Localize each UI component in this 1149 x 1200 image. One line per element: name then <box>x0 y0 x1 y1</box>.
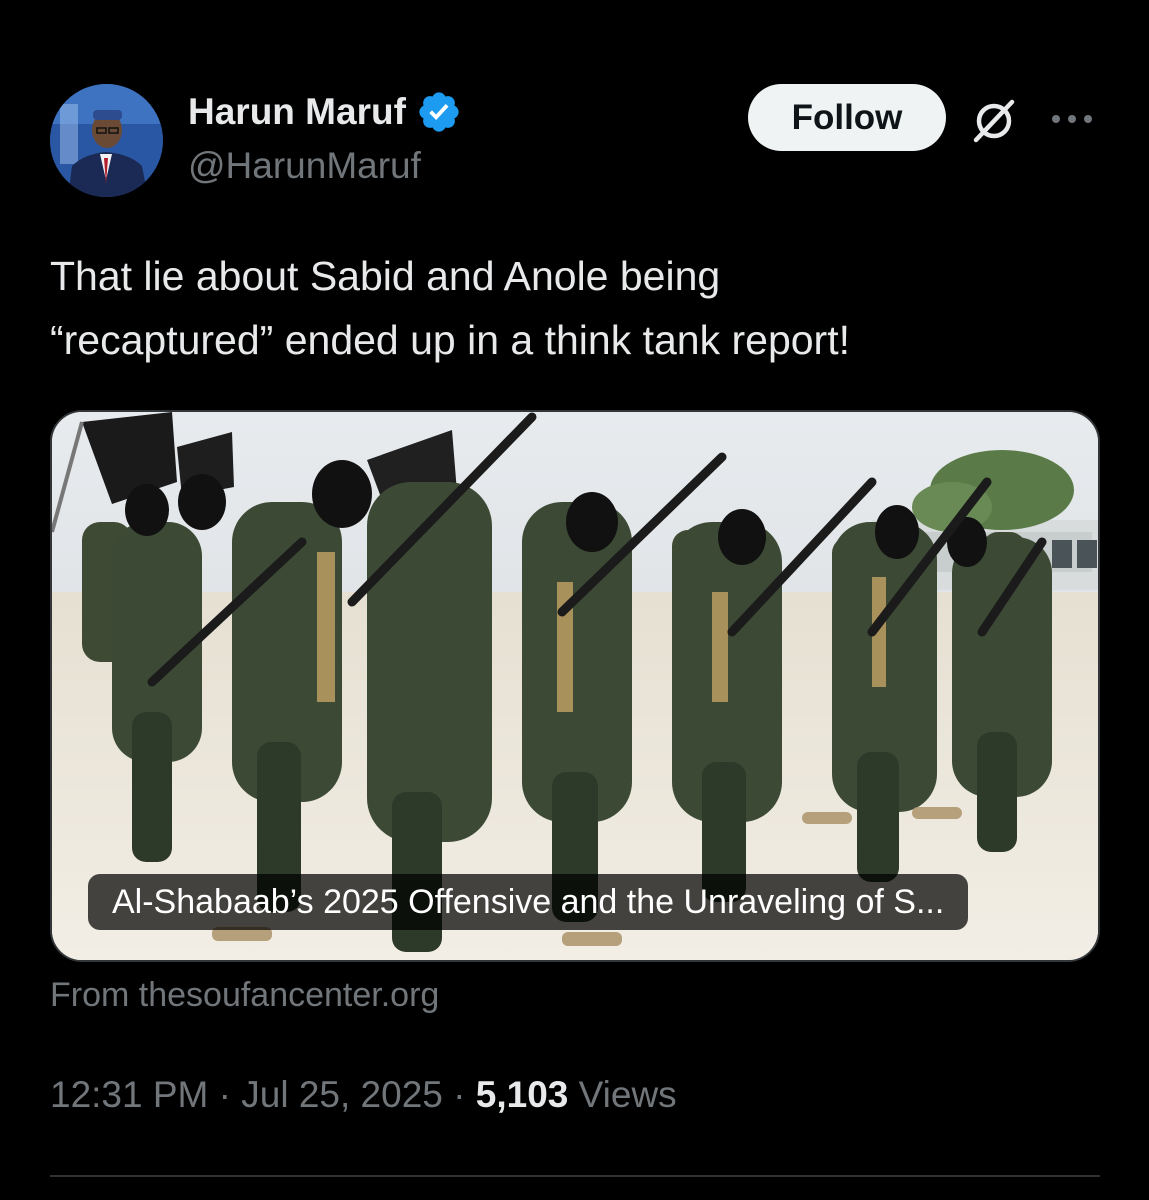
author-name-row[interactable]: Harun Maruf <box>188 88 462 136</box>
author-avatar[interactable] <box>50 84 163 197</box>
avatar-image <box>50 84 163 197</box>
views-count: 5,103 <box>475 1074 569 1115</box>
verified-badge-icon <box>416 89 462 135</box>
tweet-container: Harun Maruf @HarunMaruf Follow That lie … <box>0 0 1149 1200</box>
tweet-date[interactable]: Jul 25, 2025 <box>241 1074 443 1115</box>
author-handle[interactable]: @HarunMaruf <box>188 145 421 187</box>
link-card[interactable]: Al-Shabaab’s 2025 Offensive and the Unra… <box>50 410 1100 962</box>
follow-button[interactable]: Follow <box>748 84 946 151</box>
link-card-title: Al-Shabaab’s 2025 Offensive and the Unra… <box>88 874 969 930</box>
meta-separator: · <box>208 1074 242 1115</box>
author-display-name[interactable]: Harun Maruf <box>188 91 406 133</box>
link-card-source[interactable]: From thesoufancenter.org <box>50 976 439 1015</box>
meta-separator: · <box>442 1074 476 1115</box>
grok-icon[interactable] <box>966 94 1022 146</box>
more-options-icon[interactable] <box>1048 104 1096 134</box>
views-label: Views <box>578 1074 677 1115</box>
tweet-meta: 12:31 PM · Jul 25, 2025 · 5,103 Views <box>50 1074 677 1116</box>
tweet-time[interactable]: 12:31 PM <box>50 1074 208 1115</box>
divider <box>50 1175 1100 1177</box>
tweet-text: That lie about Sabid and Anole being “re… <box>50 253 850 363</box>
